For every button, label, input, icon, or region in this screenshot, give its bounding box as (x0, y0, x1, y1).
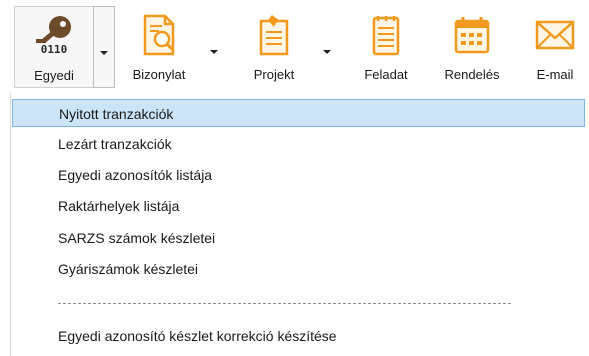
calendar-icon (454, 17, 490, 54)
projekt-button[interactable]: Projekt (232, 6, 316, 88)
envelope-icon (535, 20, 575, 50)
menu-item-label: Egyedi azonosító készlet korrekció készí… (58, 328, 337, 344)
menu-item-nyitott-tranzakciok[interactable]: Nyitott tranzakciók (12, 99, 585, 127)
menu-item-label: Nyitott tranzakciók (59, 106, 174, 122)
rendeles-button[interactable]: Rendelés (430, 6, 514, 88)
menu-item-label: Egyedi azonosítók listája (58, 167, 213, 183)
chevron-down-icon (210, 50, 218, 54)
menu-separator (58, 303, 511, 304)
bizonylat-label: Bizonylat (132, 67, 186, 82)
menu-item-label: Lezárt tranzakciók (58, 136, 172, 152)
notepad-icon (372, 16, 400, 56)
egyedi-label: Egyedi (34, 68, 74, 83)
email-button[interactable]: E-mail (521, 6, 589, 88)
menu-item-sarzs-szamok-keszletei[interactable]: SARZS számok készletei (12, 224, 585, 252)
egyedi-button[interactable]: 0110 Egyedi (14, 6, 94, 88)
email-label: E-mail (536, 67, 574, 82)
egyedi-dropdown-menu: Nyitott tranzakciók Lezárt tranzakciók E… (0, 92, 589, 356)
bizonylat-dropdown-arrow[interactable] (203, 6, 225, 88)
projekt-dropdown-arrow[interactable] (316, 6, 338, 88)
feladat-label: Feladat (364, 67, 408, 82)
egyedi-dropdown-arrow[interactable] (93, 6, 115, 88)
menu-item-label: SARZS számok készletei (58, 230, 216, 246)
menu-item-lezart-tranzakciok[interactable]: Lezárt tranzakciók (12, 130, 585, 158)
clipboard-pin-icon (259, 15, 289, 56)
rendeles-label: Rendelés (444, 67, 500, 82)
toolbar: 0110 Egyedi Bizonylat Projekt Feladat Re… (0, 0, 589, 92)
projekt-label: Projekt (253, 67, 295, 82)
menu-item-raktarhelyek-listaja[interactable]: Raktárhelyek listája (12, 192, 585, 220)
svg-text:0110: 0110 (41, 43, 68, 56)
chevron-down-icon (100, 51, 108, 55)
feladat-button[interactable]: Feladat (348, 6, 424, 88)
bizonylat-button[interactable]: Bizonylat (118, 6, 200, 88)
menu-item-egyedi-azonosito-keszlet-korrekcio[interactable]: Egyedi azonosító készlet korrekció készí… (12, 322, 585, 350)
menu-item-egyedi-azonositok-listaja[interactable]: Egyedi azonosítók listája (12, 161, 585, 189)
key-icon: 0110 (36, 16, 71, 56)
menu-item-gyariszamok-keszletei[interactable]: Gyáriszámok készletei (12, 255, 585, 283)
menu-item-label: Raktárhelyek listája (58, 198, 180, 214)
menu-item-label: Gyáriszámok készletei (58, 261, 199, 277)
chevron-down-icon (323, 50, 331, 54)
document-search-icon (143, 14, 175, 56)
